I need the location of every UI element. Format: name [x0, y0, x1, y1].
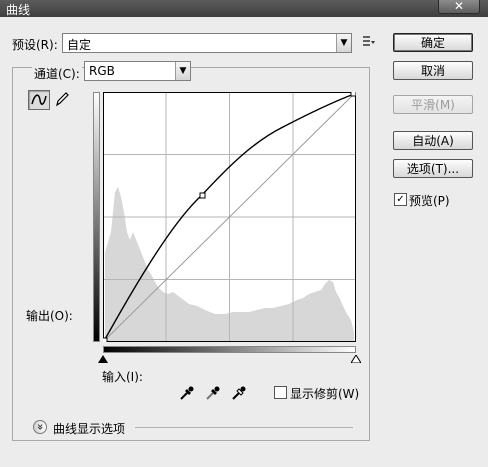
output-label: 输出(O): — [26, 309, 73, 323]
eyedropper-black-icon — [180, 386, 194, 400]
smooth-button[interactable]: 平滑(M) — [393, 95, 473, 114]
expand-icon: » — [34, 423, 47, 431]
curve-display-expand-button[interactable]: » — [33, 420, 47, 434]
chevron-down-icon: ▼ — [175, 62, 190, 80]
curve-point-start[interactable] — [103, 337, 108, 342]
output-gradient — [93, 92, 100, 342]
curve-icon — [31, 94, 47, 105]
curve-display-label: 曲线显示选项 — [53, 422, 126, 436]
curve-point-mid[interactable] — [199, 192, 206, 199]
chevron-down-icon: ▼ — [336, 34, 351, 52]
options-button[interactable]: 选项(T)... — [393, 159, 473, 178]
cancel-button[interactable]: 取消 — [393, 61, 473, 80]
channel-select[interactable]: RGB ▼ — [84, 61, 191, 81]
black-eyedropper-button[interactable] — [178, 384, 196, 402]
input-gradient — [103, 346, 356, 353]
preview-label: 预览(P) — [409, 194, 450, 208]
close-icon: ✕ — [453, 0, 465, 13]
show-clipping-checkbox[interactable] — [274, 386, 287, 399]
channel-label: 通道(C): — [32, 65, 82, 82]
curve-point-end[interactable] — [350, 92, 356, 97]
white-eyedropper-button[interactable] — [230, 384, 248, 402]
eyedropper-gray-icon — [206, 386, 220, 400]
pencil-icon — [56, 92, 69, 107]
channel-value: RGB — [89, 64, 115, 78]
check-icon: ✓ — [396, 194, 405, 205]
preset-select[interactable]: 自定 ▼ — [62, 33, 352, 53]
input-label: 输入(I): — [102, 370, 143, 384]
black-point-slider[interactable] — [98, 355, 108, 363]
auto-button[interactable]: 自动(A) — [393, 131, 473, 150]
gray-eyedropper-button[interactable] — [204, 384, 222, 402]
eyedropper-white-icon — [232, 386, 246, 400]
show-clipping-label: 显示修剪(W) — [290, 387, 360, 401]
ok-button[interactable]: 确定 — [393, 33, 473, 52]
close-button[interactable]: ✕ — [438, 0, 480, 14]
curve-display-separator — [135, 427, 353, 428]
pencil-tool[interactable] — [52, 90, 74, 110]
window-title: 曲线 — [6, 3, 31, 17]
curve-point-tool[interactable] — [28, 90, 50, 110]
preset-label: 预设(R): — [12, 38, 58, 52]
preview-checkbox[interactable]: ✓ — [394, 193, 407, 206]
preset-options-icon[interactable] — [362, 35, 376, 49]
title-bar: 曲线 ✕ — [0, 0, 488, 17]
curves-graph[interactable] — [103, 92, 356, 342]
preset-value: 自定 — [67, 38, 92, 52]
white-point-slider[interactable] — [351, 355, 361, 363]
